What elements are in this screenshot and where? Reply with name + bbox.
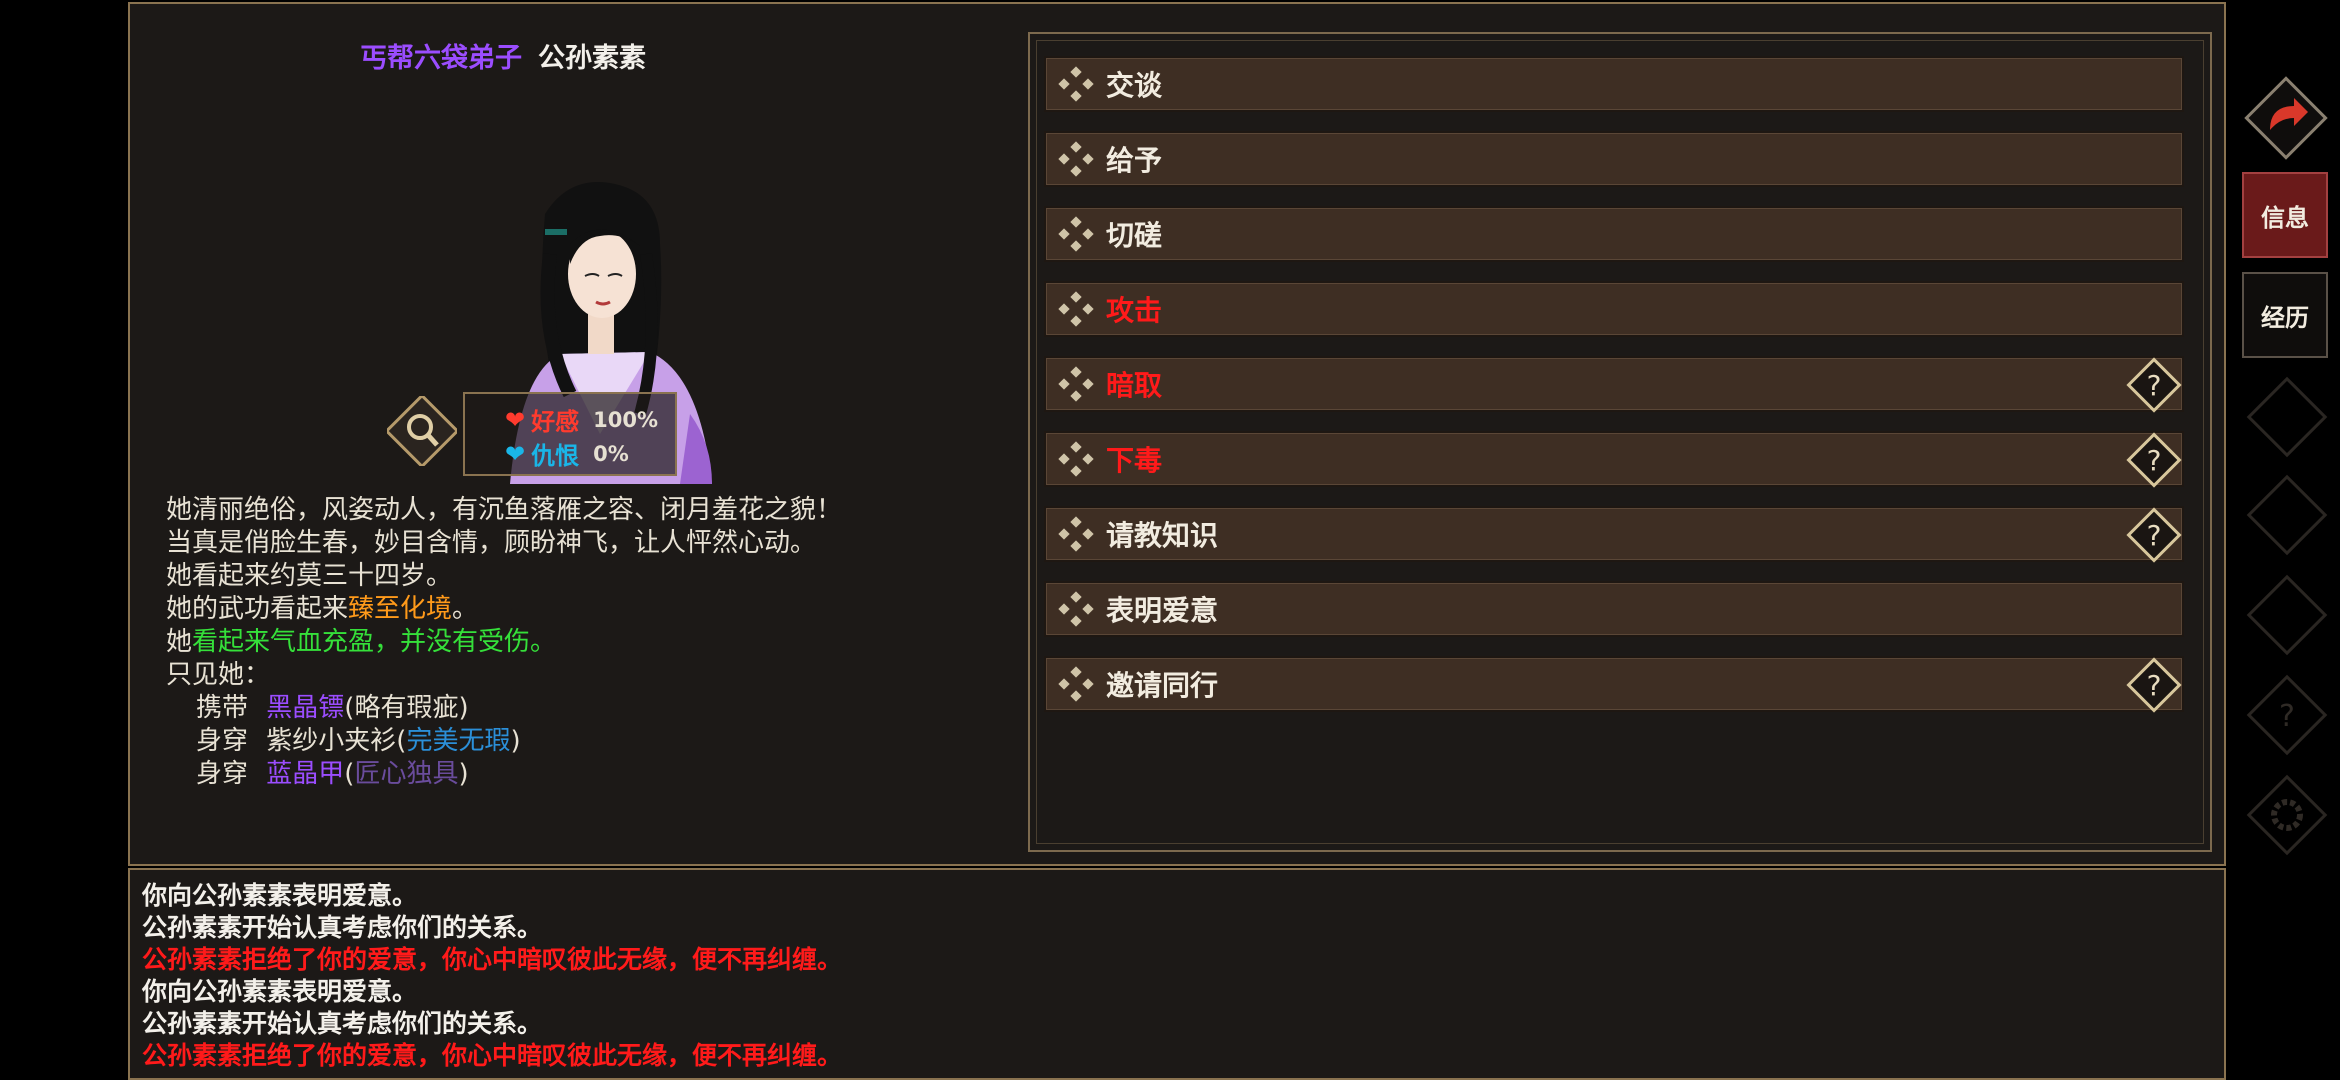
action-label: 表明爱意 bbox=[1106, 594, 1219, 627]
svg-text:?: ? bbox=[2147, 519, 2162, 552]
svg-text:?: ? bbox=[2147, 444, 2162, 477]
hate-label: 仇恨 bbox=[531, 442, 580, 470]
npc-title: 丐帮六袋弟子 公孙素素 bbox=[360, 36, 646, 75]
diamond-bullet-icon bbox=[1058, 291, 1094, 327]
heart-icon: ❤ bbox=[505, 439, 526, 468]
help-question-icon[interactable]: ? bbox=[2122, 353, 2186, 417]
action-learn-button[interactable]: 请教知识 ? bbox=[1044, 506, 2184, 563]
hate-value: 0% bbox=[593, 441, 629, 466]
desc-line: 只见她： bbox=[166, 660, 271, 690]
equip-quality: 匠心独具 bbox=[354, 759, 459, 789]
equip-quality: 略有瑕疵 bbox=[354, 693, 459, 723]
settings-gear-icon[interactable] bbox=[2242, 770, 2332, 860]
desc-line: 她清丽绝俗，风姿动人，有沉鱼落雁之容、闭月羞花之貌！ bbox=[166, 495, 843, 525]
equip-line: 身穿 蓝晶甲(匠心独具) bbox=[166, 758, 842, 791]
tab-history[interactable]: 经历 bbox=[2242, 272, 2328, 358]
equip-paren: ( bbox=[344, 693, 355, 723]
back-arrow-icon[interactable] bbox=[2240, 72, 2332, 164]
action-label: 攻击 bbox=[1106, 294, 1163, 327]
log-line: 公孙素素开始认真考虑你们的关系。 bbox=[142, 913, 543, 942]
desc-text: 她的武功看起来 bbox=[166, 594, 349, 624]
hate-stat: ❤ 仇恨 0% bbox=[505, 436, 629, 471]
diamond-bullet-icon bbox=[1058, 216, 1094, 252]
diamond-bullet-icon bbox=[1058, 516, 1094, 552]
equip-line: 身穿 紫纱小夹衫(完美无瑕) bbox=[166, 725, 842, 758]
equip-paren: ( bbox=[344, 759, 355, 789]
equip-item: 黑晶镖 bbox=[266, 693, 345, 723]
action-steal-button[interactable]: 暗取 ? bbox=[1044, 356, 2184, 413]
log-line: 公孙素素拒绝了你的爱意，你心中暗叹彼此无缘，便不再纠缠。 bbox=[142, 1041, 843, 1070]
log-line: 公孙素素拒绝了你的爱意，你心中暗叹彼此无缘，便不再纠缠。 bbox=[142, 945, 843, 974]
action-label: 给予 bbox=[1106, 144, 1163, 177]
disabled-nav-icon bbox=[2246, 574, 2328, 656]
diamond-bullet-icon bbox=[1058, 366, 1094, 402]
svg-text:?: ? bbox=[2279, 699, 2295, 734]
diamond-bullet-icon bbox=[1058, 441, 1094, 477]
equip-verb: 身穿 bbox=[196, 726, 249, 756]
diamond-bullet-icon bbox=[1058, 591, 1094, 627]
action-label: 暗取 bbox=[1106, 369, 1163, 402]
side-nav: 信息 经历 ? bbox=[2236, 0, 2340, 1080]
desc-text: 。 bbox=[452, 594, 479, 624]
action-give-button[interactable]: 给予 bbox=[1044, 131, 2184, 187]
disabled-nav-icon bbox=[2246, 376, 2328, 458]
npc-name: 公孙素素 bbox=[538, 43, 646, 74]
favor-stat: ❤ 好感 100% bbox=[505, 402, 658, 437]
tab-info[interactable]: 信息 bbox=[2242, 172, 2328, 258]
equip-quality: 完美无瑕 bbox=[406, 726, 511, 756]
equip-item: 蓝晶甲 bbox=[266, 759, 345, 789]
action-label: 交谈 bbox=[1106, 69, 1163, 102]
action-attack-button[interactable]: 攻击 bbox=[1044, 281, 2184, 337]
npc-rank: 丐帮六袋弟子 bbox=[360, 43, 522, 74]
desc-line: 她看起来约莫三十四岁。 bbox=[166, 561, 453, 591]
inspect-magnifier-icon[interactable] bbox=[387, 396, 457, 466]
action-list: 交谈 给予 切磋 攻击 暗取 ? 下毒 ? 请教知识 ? 表明爱意 邀请同行 ? bbox=[1028, 32, 2212, 852]
log-line: 你向公孙素素表明爱意。 bbox=[142, 977, 418, 1006]
action-label: 切磋 bbox=[1106, 219, 1163, 252]
desc-text: 她 bbox=[166, 627, 193, 657]
equip-paren: ( bbox=[396, 726, 407, 756]
help-question-icon[interactable]: ? bbox=[2122, 428, 2186, 492]
action-invite-button[interactable]: 邀请同行 ? bbox=[1044, 656, 2184, 713]
message-log[interactable]: 你向公孙素素表明爱意。 公孙素素开始认真考虑你们的关系。 公孙素素拒绝了你的爱意… bbox=[128, 868, 2226, 1080]
martial-level: 臻至化境 bbox=[348, 594, 453, 624]
equip-paren: ) bbox=[458, 759, 469, 789]
npc-info-panel: 丐帮六袋弟子 公孙素素 ❤ 好感 100% ❤ 仇恨 0% 她清丽绝俗，风姿动人… bbox=[128, 2, 2226, 866]
diamond-bullet-icon bbox=[1058, 66, 1094, 102]
action-label: 邀请同行 bbox=[1106, 669, 1219, 702]
equip-paren: ) bbox=[458, 693, 469, 723]
desc-line: 她看起来气血充盈，并没有受伤。 bbox=[166, 626, 842, 659]
help-question-icon[interactable]: ? bbox=[2122, 503, 2186, 567]
disabled-nav-icon bbox=[2246, 474, 2328, 556]
help-question-icon[interactable]: ? bbox=[2122, 653, 2186, 717]
action-label: 下毒 bbox=[1106, 444, 1163, 477]
action-poison-button[interactable]: 下毒 ? bbox=[1044, 431, 2184, 488]
help-icon[interactable]: ? bbox=[2242, 670, 2332, 760]
log-line: 公孙素素开始认真考虑你们的关系。 bbox=[142, 1009, 543, 1038]
action-talk-button[interactable]: 交谈 bbox=[1044, 56, 2184, 112]
desc-line: 她的武功看起来臻至化境。 bbox=[166, 593, 842, 626]
npc-description: 她清丽绝俗，风姿动人，有沉鱼落雁之容、闭月羞花之貌！ 当真是俏脸生春，妙目含情，… bbox=[166, 494, 842, 791]
action-label: 请教知识 bbox=[1106, 519, 1219, 552]
health-status: 看起来气血充盈，并没有受伤。 bbox=[192, 627, 557, 657]
svg-text:?: ? bbox=[2147, 669, 2162, 702]
equip-item: 紫纱小夹衫 bbox=[266, 726, 397, 756]
action-spar-button[interactable]: 切磋 bbox=[1044, 206, 2184, 262]
favor-label: 好感 bbox=[531, 408, 580, 436]
equip-line: 携带 黑晶镖(略有瑕疵) bbox=[166, 692, 842, 725]
desc-line: 当真是俏脸生春，妙目含情，顾盼神飞，让人怦然心动。 bbox=[166, 528, 817, 558]
favor-value: 100% bbox=[593, 407, 658, 432]
diamond-bullet-icon bbox=[1058, 666, 1094, 702]
relationship-stats: ❤ 好感 100% ❤ 仇恨 0% bbox=[463, 392, 677, 476]
action-confess-button[interactable]: 表明爱意 bbox=[1044, 581, 2184, 637]
heart-icon: ❤ bbox=[505, 405, 526, 434]
equip-verb: 身穿 bbox=[196, 759, 249, 789]
log-line: 你向公孙素素表明爱意。 bbox=[142, 881, 418, 910]
svg-text:?: ? bbox=[2147, 369, 2162, 402]
diamond-bullet-icon bbox=[1058, 141, 1094, 177]
equip-verb: 携带 bbox=[196, 693, 249, 723]
equip-paren: ) bbox=[510, 726, 521, 756]
